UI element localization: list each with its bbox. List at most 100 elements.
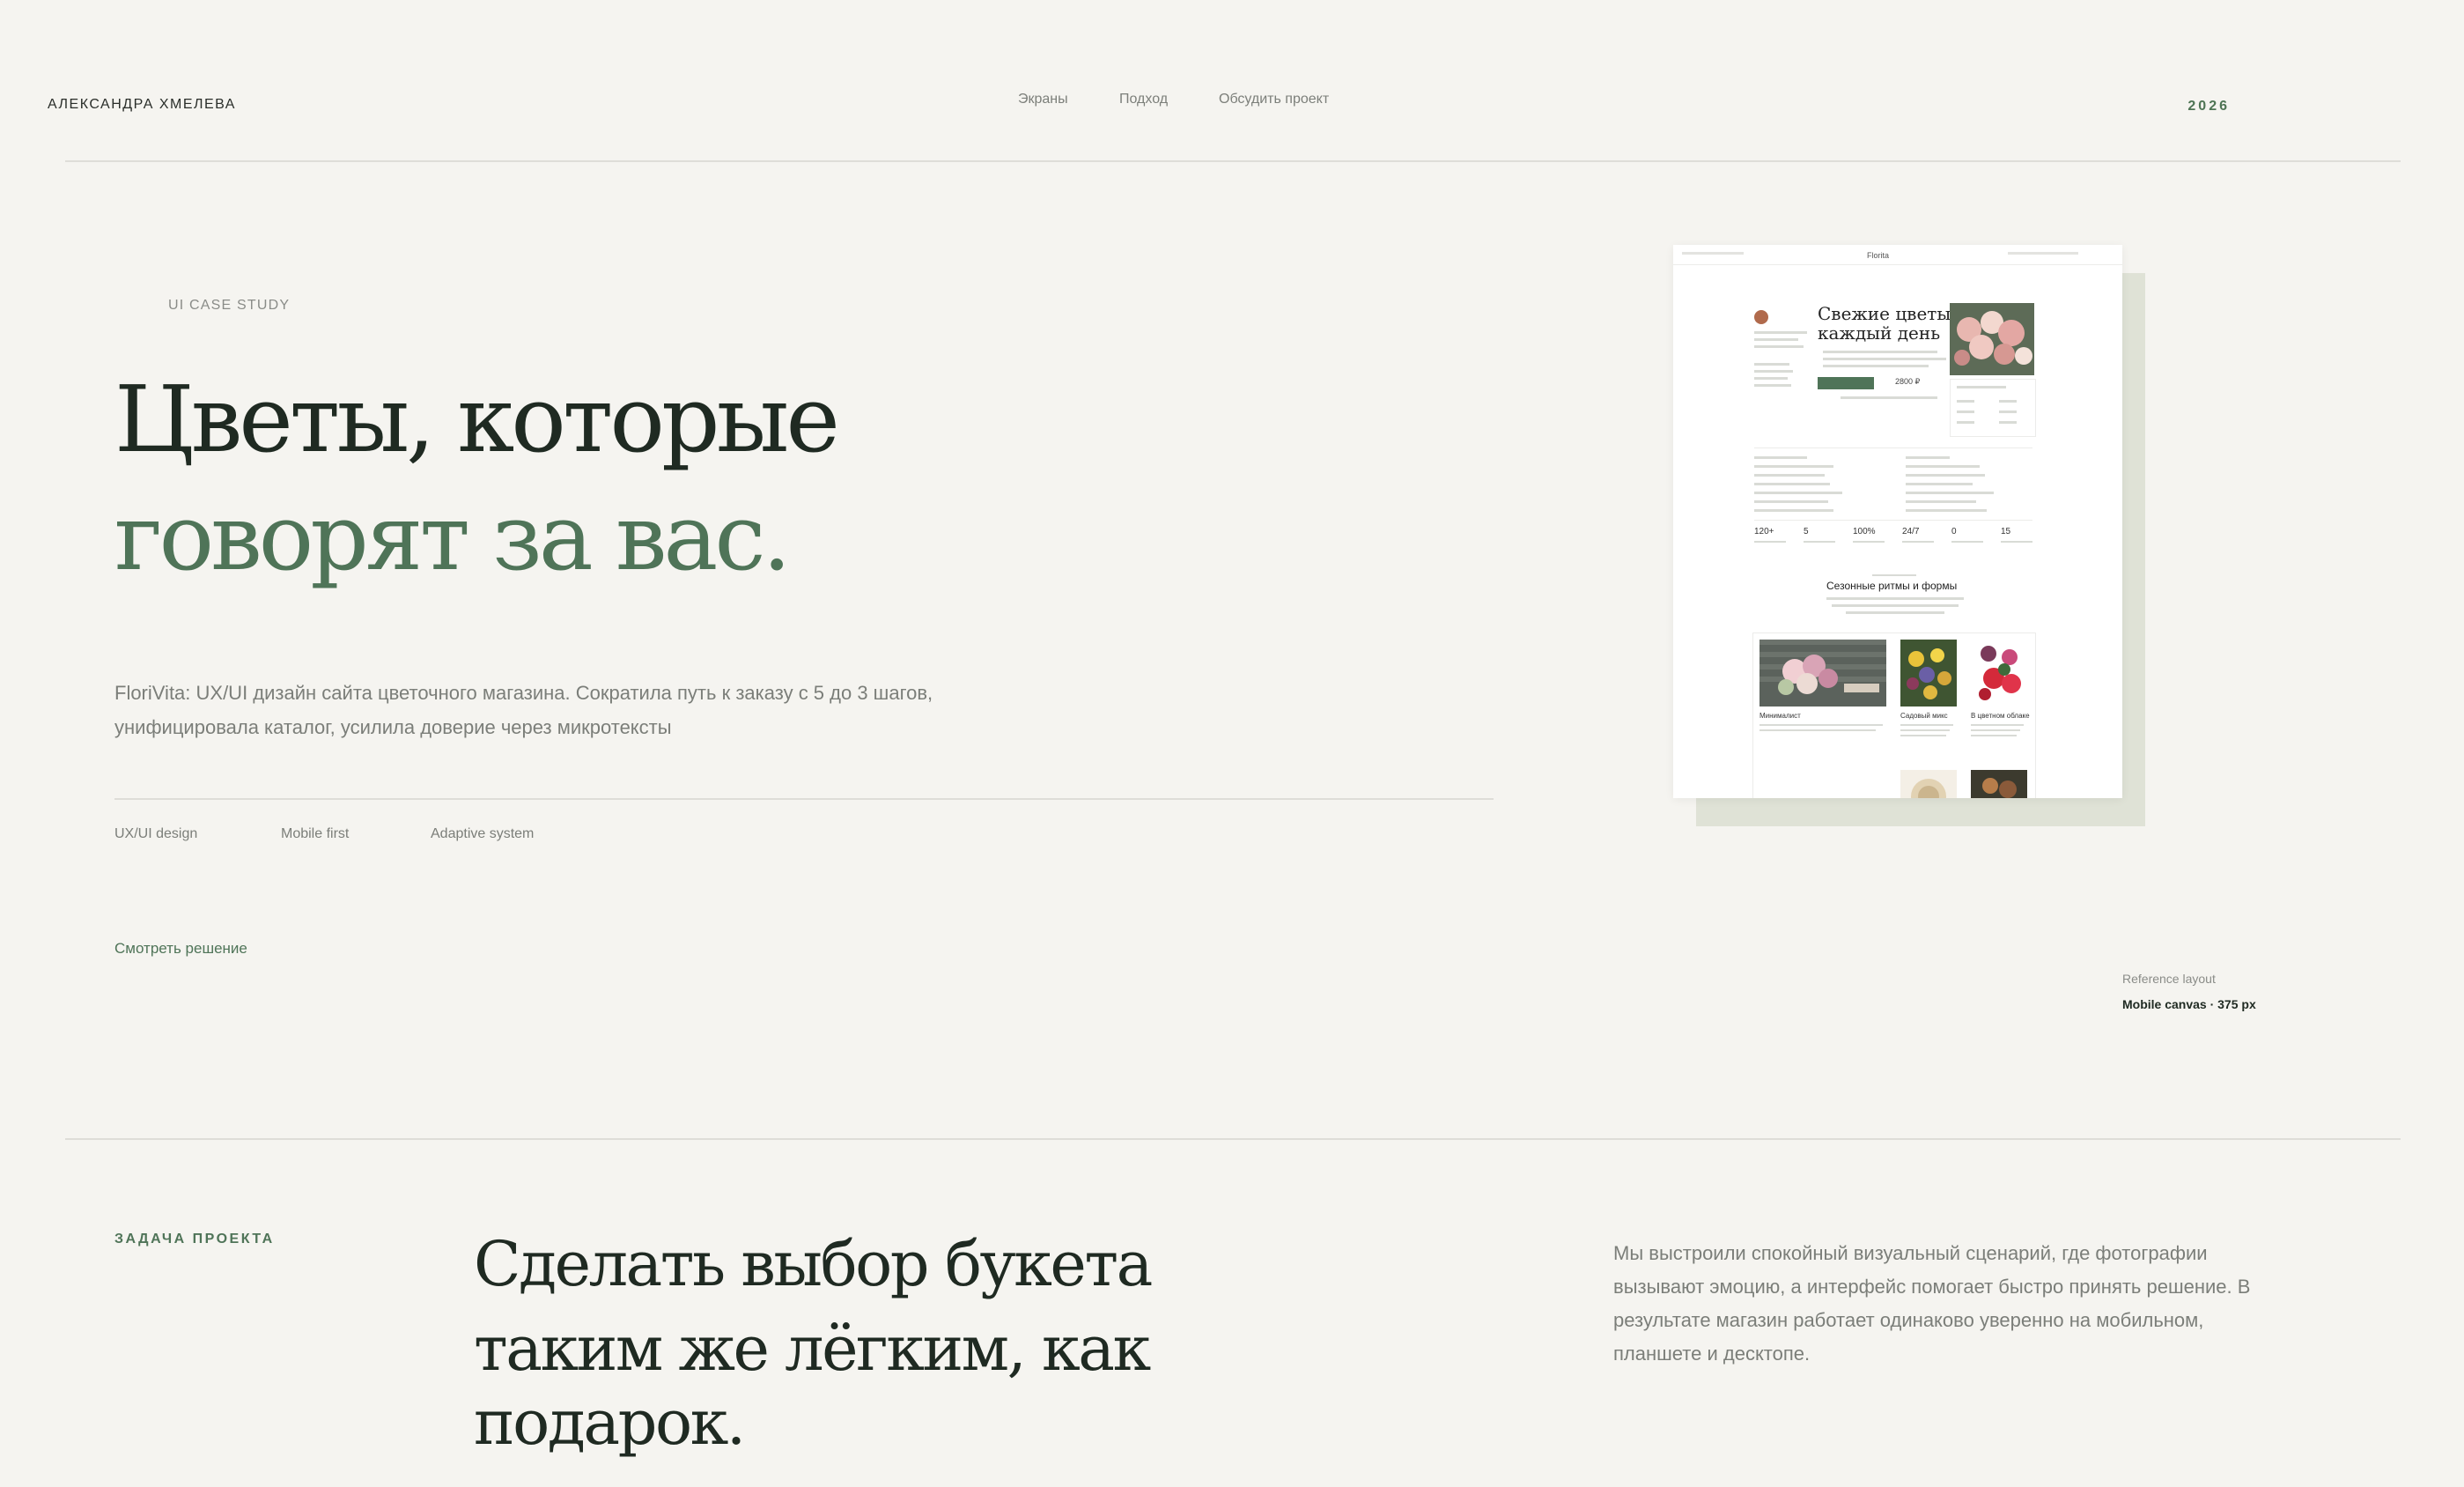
mockup-text-line — [1902, 541, 1934, 543]
mockup-hero-title-line-2: каждый день — [1818, 322, 1941, 344]
header-divider — [65, 160, 2401, 162]
mockup-card-title-3: В цветном облаке — [1971, 712, 2030, 720]
mockup-text-line — [1754, 338, 1798, 341]
mockup-text-line — [1971, 735, 2017, 736]
mockup-photo-dried-flowers — [1900, 770, 1957, 798]
tag-mobile-first: Mobile first — [281, 826, 350, 841]
mockup-bouquet-photo — [1950, 303, 2034, 375]
mockup-stat-value: 24/7 — [1902, 527, 1920, 536]
mockup-text-line — [1999, 421, 2017, 424]
mockup-section-title: Сезонные ритмы и формы — [1826, 580, 1958, 592]
mockup-text-line — [1906, 500, 1976, 503]
mockup-text-line — [1999, 400, 2017, 403]
mockup-text-line — [1906, 509, 1987, 512]
task-heading-line-2: таким же лёгким, как — [474, 1313, 1151, 1385]
hero-description-line-2: унифицировала каталог, усилила доверие ч… — [114, 716, 672, 738]
mockup-stat-value: 5 — [1804, 527, 1809, 536]
mockup-text-line — [1957, 421, 1974, 424]
mockup-text-line — [1900, 724, 1953, 726]
task-heading-line-3: подарок. — [474, 1387, 746, 1459]
tag-adaptive-system: Adaptive system — [431, 826, 535, 841]
mockup-divider — [1754, 520, 2032, 521]
hero-title-line-2: говорят за вас. — [114, 484, 792, 591]
mockup-text-line — [1754, 465, 1833, 468]
mockup-card-title-1: Минималист — [1759, 712, 1801, 720]
mockup-preview: Florita Свежие цветы каждый день 2800 ₽ — [1673, 245, 2122, 798]
reference-layout-value: Mobile canvas · 375 px — [2122, 997, 2256, 1011]
mockup-text-line — [1823, 351, 1937, 353]
mockup-text-line — [1754, 377, 1788, 380]
mockup-text-line — [1846, 611, 1944, 614]
mockup-text-line — [1754, 363, 1789, 366]
mockup-text-line — [1823, 365, 1929, 367]
mockup-text-line — [1906, 465, 1980, 468]
mockup-text-line — [1971, 724, 2024, 726]
mockup-text-line — [1900, 735, 1946, 736]
mockup-text-line — [1754, 500, 1828, 503]
mockup-text-line — [1906, 483, 1973, 485]
mockup-text-line — [1853, 541, 1885, 543]
mockup-text-line — [1754, 345, 1804, 348]
mockup-hero-title-line-1: Свежие цветы — [1818, 303, 1951, 324]
task-section-label: ЗАДАЧА ПРОЕКТА — [114, 1232, 275, 1247]
mockup-photo-colorful-cloud — [1971, 640, 2027, 707]
mockup-text-line — [1754, 541, 1786, 543]
mockup-stat-value: 120+ — [1754, 527, 1774, 536]
mockup-photo-minimalist — [1759, 640, 1886, 707]
task-paragraph-line-3: результате магазин работает одинаково ув… — [1613, 1309, 2204, 1331]
brand-name: АЛЕКСАНДРА ХМЕЛЕВА — [48, 97, 236, 112]
view-solution-link[interactable]: Смотреть решение — [114, 940, 247, 958]
mockup-stat-value: 100% — [1853, 527, 1876, 536]
mockup-text-line — [1754, 456, 1807, 459]
mockup-photo-garden-mix — [1900, 640, 1957, 707]
mockup-topbar-divider — [1673, 264, 2122, 265]
mockup-text-line — [1906, 456, 1950, 459]
mockup-text-line — [1951, 541, 1983, 543]
mockup-order-button — [1818, 377, 1874, 389]
mockup-text-line — [1754, 331, 1807, 334]
nav-link-approach[interactable]: Подход — [1119, 92, 1168, 107]
hero-description-line-1: FloriVita: UX/UI дизайн сайта цветочного… — [114, 682, 933, 704]
mockup-text-line — [1759, 729, 1876, 731]
task-paragraph-line-1: Мы выстроили спокойный визуальный сценар… — [1613, 1242, 2208, 1264]
mockup-text-line — [1971, 729, 2020, 731]
eyebrow-label: UI CASE STUDY — [168, 298, 291, 313]
task-heading-line-1: Сделать выбор букета — [474, 1228, 1153, 1300]
mockup-text-line — [1754, 483, 1830, 485]
mockup-text-line — [1754, 370, 1793, 373]
mockup-text-line — [1957, 386, 2006, 388]
mockup-topbar-line — [2008, 252, 2078, 255]
mockup-text-line — [1759, 724, 1883, 726]
mockup-text-line — [1754, 384, 1791, 387]
mockup-text-line — [1906, 492, 1994, 494]
mockup-text-line — [1754, 509, 1833, 512]
task-paragraph-line-4: планшете и десктопе. — [1613, 1343, 1811, 1365]
mockup-text-line — [1999, 411, 2017, 413]
mockup-text-line — [1906, 474, 1985, 477]
hero-divider — [114, 798, 1494, 800]
mockup-text-line — [1832, 604, 1959, 607]
year-label: 2026 — [2187, 99, 2230, 114]
mockup-card-title-2: Садовый микс — [1900, 712, 1948, 720]
mockup-stat-value: 15 — [2001, 527, 2011, 536]
mockup-text-line — [1957, 411, 1974, 413]
mockup-price: 2800 ₽ — [1895, 377, 1921, 386]
mockup-text-line — [1754, 474, 1825, 477]
mockup-stat-value: 0 — [1951, 527, 1957, 536]
mockup-text-line — [1823, 358, 1946, 360]
mockup-text-line — [1900, 729, 1950, 731]
mockup-topbar-line — [1682, 252, 1744, 255]
task-paragraph-line-2: вызывают эмоцию, а интерфейс помогает бы… — [1613, 1276, 2251, 1298]
nav-link-screens[interactable]: Экраны — [1018, 92, 1068, 107]
mockup-text-line — [1826, 597, 1964, 600]
mockup-text-line — [2001, 541, 2032, 543]
mockup-avatar — [1754, 310, 1768, 324]
hero-title-line-1: Цветы, которые — [114, 366, 840, 473]
mockup-text-line — [1957, 400, 1974, 403]
reference-layout-label: Reference layout — [2122, 972, 2216, 986]
tag-uxui-design: UX/UI design — [114, 826, 198, 841]
mockup-text-line — [1872, 574, 1916, 576]
section-divider — [65, 1138, 2401, 1140]
mockup-photo-autumn-bouquet — [1971, 770, 2027, 798]
nav-link-discuss-project[interactable]: Обсудить проект — [1219, 92, 1329, 107]
